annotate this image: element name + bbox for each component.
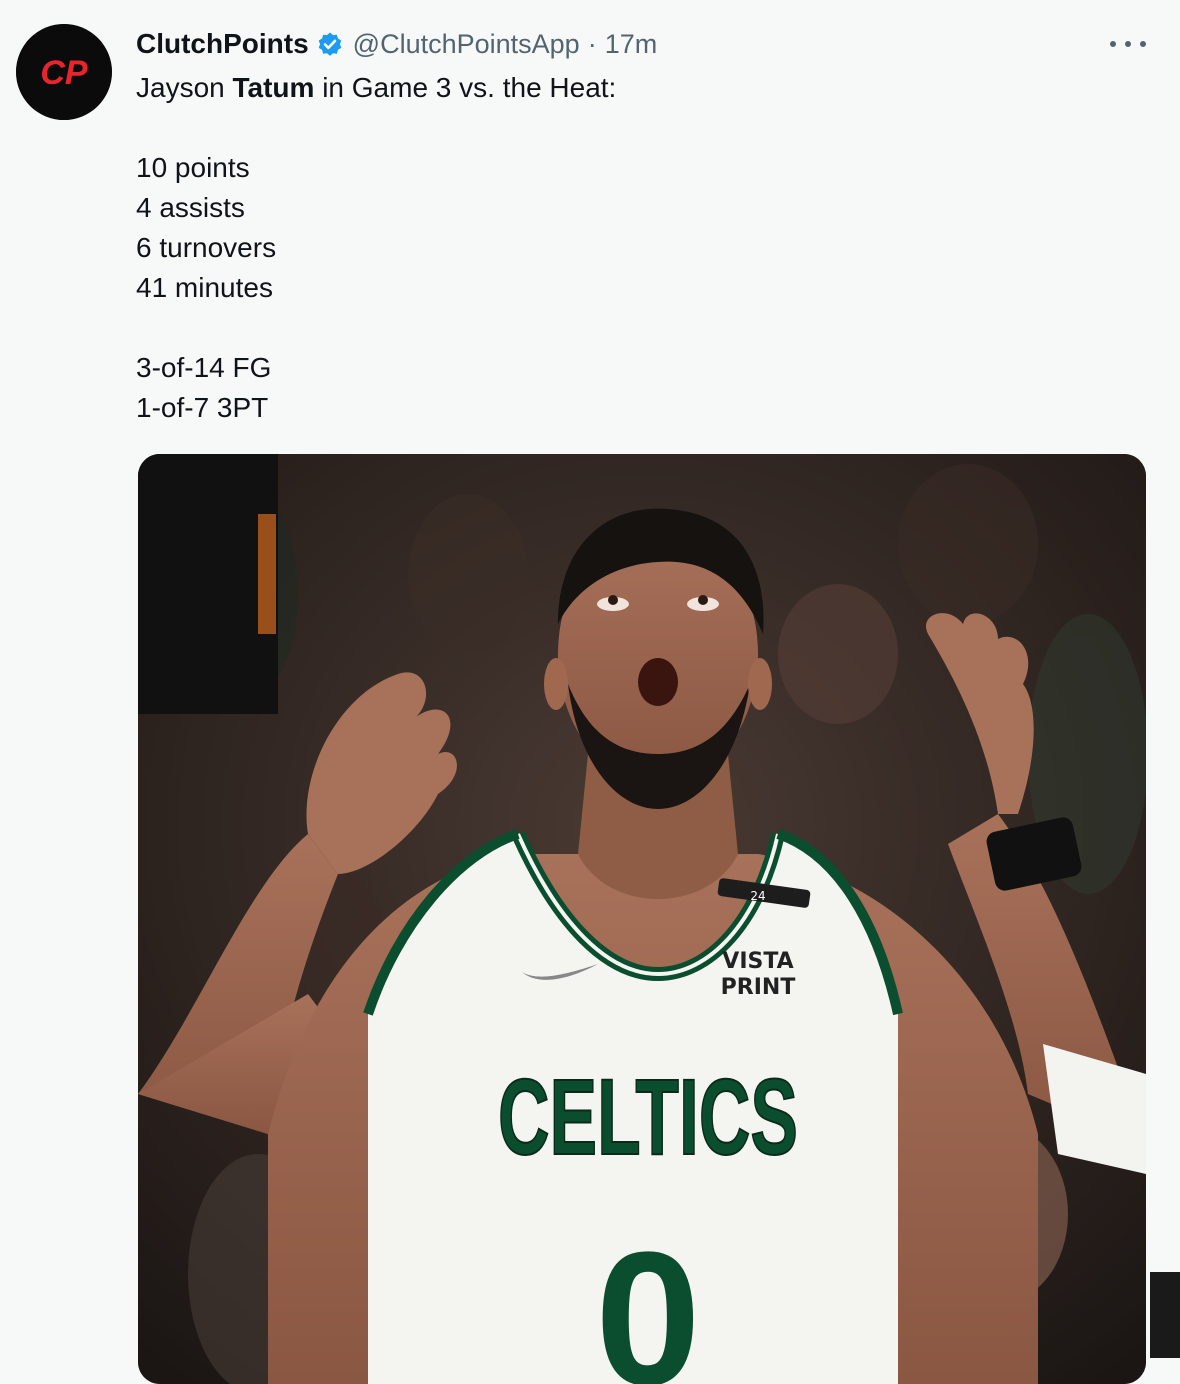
author-display-name[interactable]: ClutchPoints (136, 28, 309, 60)
tweet-photo[interactable]: 24 VISTA PRINT CELTICS 0 (138, 454, 1146, 1384)
header-separator: · (587, 28, 597, 59)
clutchpoints-logo-icon: CP (16, 24, 112, 120)
intro-after: in Game 3 vs. the Heat: (314, 72, 617, 103)
avatar-text: CP (40, 54, 88, 92)
tweet-header: ClutchPoints @ClutchPointsApp · 17m (136, 26, 657, 62)
tweet[interactable]: CP ClutchPoints @ClutchPointsApp · 17m J… (0, 0, 1180, 1384)
tweet-timestamp[interactable]: 17m (605, 29, 658, 60)
tweet-intro-line: Jayson Tatum in Game 3 vs. the Heat: (136, 68, 616, 108)
verified-badge-icon (317, 31, 343, 57)
stat-line: 4 assists (136, 192, 245, 223)
intro-before: Jayson (136, 72, 233, 103)
jersey-sponsor-line2: PRINT (721, 975, 796, 1000)
stat-line: 10 points (136, 152, 250, 183)
stat-line: 41 minutes (136, 272, 273, 303)
shooting-line: 1-of-7 3PT (136, 392, 269, 423)
player-photo-illustration: 24 VISTA PRINT CELTICS 0 (138, 454, 1146, 1384)
shooting-line: 3-of-14 FG (136, 352, 272, 383)
tweet-text: Jayson Tatum in Game 3 vs. the Heat: 10 … (136, 68, 616, 428)
jersey-wordmark: CELTICS (498, 1056, 798, 1177)
jersey-number: 0 (595, 1213, 701, 1384)
intro-player-name: Tatum (232, 72, 315, 103)
more-options-icon[interactable] (1110, 30, 1146, 58)
jersey-patch-number: 24 (750, 889, 765, 903)
stat-line: 6 turnovers (136, 232, 277, 263)
corner-artifact (1150, 1272, 1180, 1358)
author-avatar[interactable]: CP (16, 24, 112, 120)
author-handle[interactable]: @ClutchPointsApp (353, 29, 580, 60)
jersey-sponsor-line1: VISTA (722, 949, 793, 974)
